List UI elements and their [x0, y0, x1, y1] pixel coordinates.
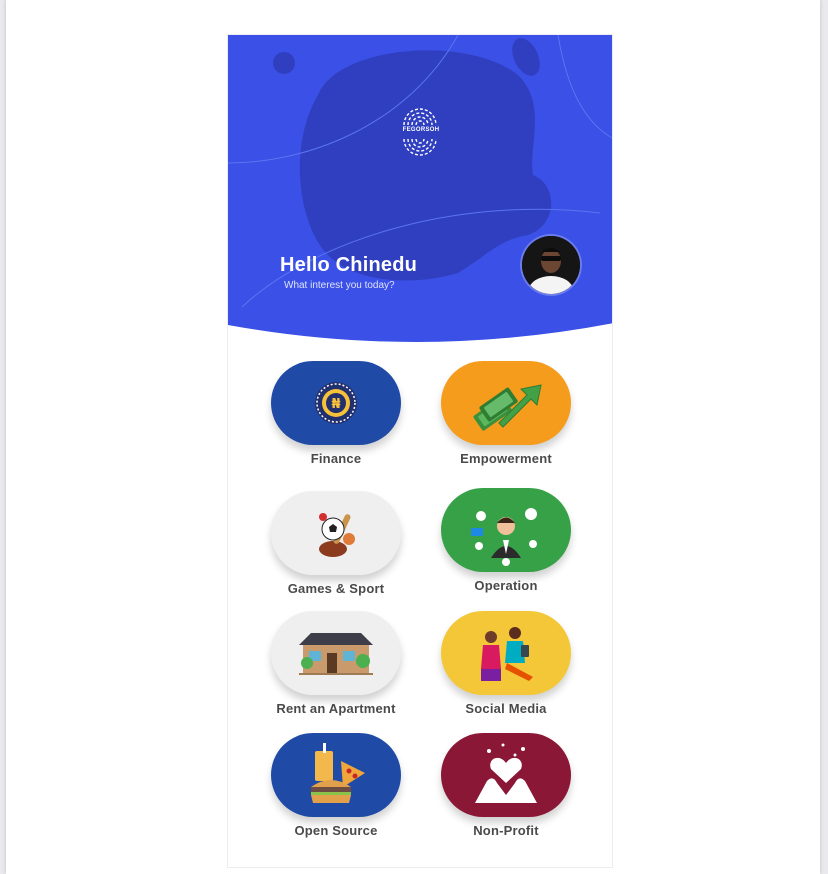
businessman-network-icon	[471, 508, 537, 566]
tile-label: Empowerment	[460, 451, 552, 466]
rent-apartment-tile-pill[interactable]	[271, 611, 401, 695]
brand-name: FEGORSOH	[402, 127, 440, 133]
category-empowerment[interactable]: Empowerment	[431, 361, 581, 466]
empowerment-tile-pill[interactable]	[441, 361, 571, 445]
document-page: FEGORSOH Hello Chinedu What interest you…	[6, 0, 820, 874]
user-avatar[interactable]	[522, 236, 580, 294]
money-growth-icon	[473, 384, 542, 431]
people-with-phones-icon	[481, 627, 533, 681]
tile-label: Non-Profit	[473, 823, 539, 838]
tile-label: Rent an Apartment	[276, 701, 396, 716]
category-operation[interactable]: Operation	[431, 488, 581, 593]
tile-label: Games & Sport	[287, 581, 385, 596]
sports-equipment-icon	[319, 513, 355, 557]
house-icon	[299, 633, 373, 675]
header-background	[228, 35, 612, 342]
naira-coin-icon: ₦	[315, 382, 357, 424]
svg-text:₦: ₦	[331, 397, 340, 412]
tile-label: Operation	[474, 578, 538, 593]
heart-hands-icon	[475, 743, 537, 803]
app-screen: FEGORSOH Hello Chinedu What interest you…	[227, 34, 613, 868]
category-games-sport[interactable]: Games & Sport	[261, 491, 411, 596]
tile-label: Open Source	[294, 823, 378, 838]
fast-food-icon	[311, 743, 365, 803]
category-rent-apartment[interactable]: Rent an Apartment	[261, 611, 411, 716]
greeting-title: Hello Chinedu	[280, 254, 418, 276]
open-source-tile-pill[interactable]	[271, 733, 401, 817]
greeting-subtitle: What interest you today?	[284, 280, 395, 291]
tile-label: Finance	[310, 451, 362, 466]
tile-label: Social Media	[465, 701, 547, 716]
operation-tile-pill[interactable]	[441, 488, 571, 572]
category-social-media[interactable]: Social Media	[431, 611, 581, 716]
category-non-profit[interactable]: Non-Profit	[431, 733, 581, 838]
non-profit-tile-pill[interactable]	[441, 733, 571, 817]
header-banner: FEGORSOH Hello Chinedu What interest you…	[228, 35, 612, 345]
category-open-source[interactable]: Open Source	[261, 733, 411, 838]
avatar-photo-icon	[522, 236, 580, 294]
finance-tile-pill[interactable]: ₦	[271, 361, 401, 445]
category-finance[interactable]: ₦ Finance	[261, 361, 411, 466]
social-media-tile-pill[interactable]	[441, 611, 571, 695]
games-sport-tile-pill[interactable]	[271, 491, 401, 575]
